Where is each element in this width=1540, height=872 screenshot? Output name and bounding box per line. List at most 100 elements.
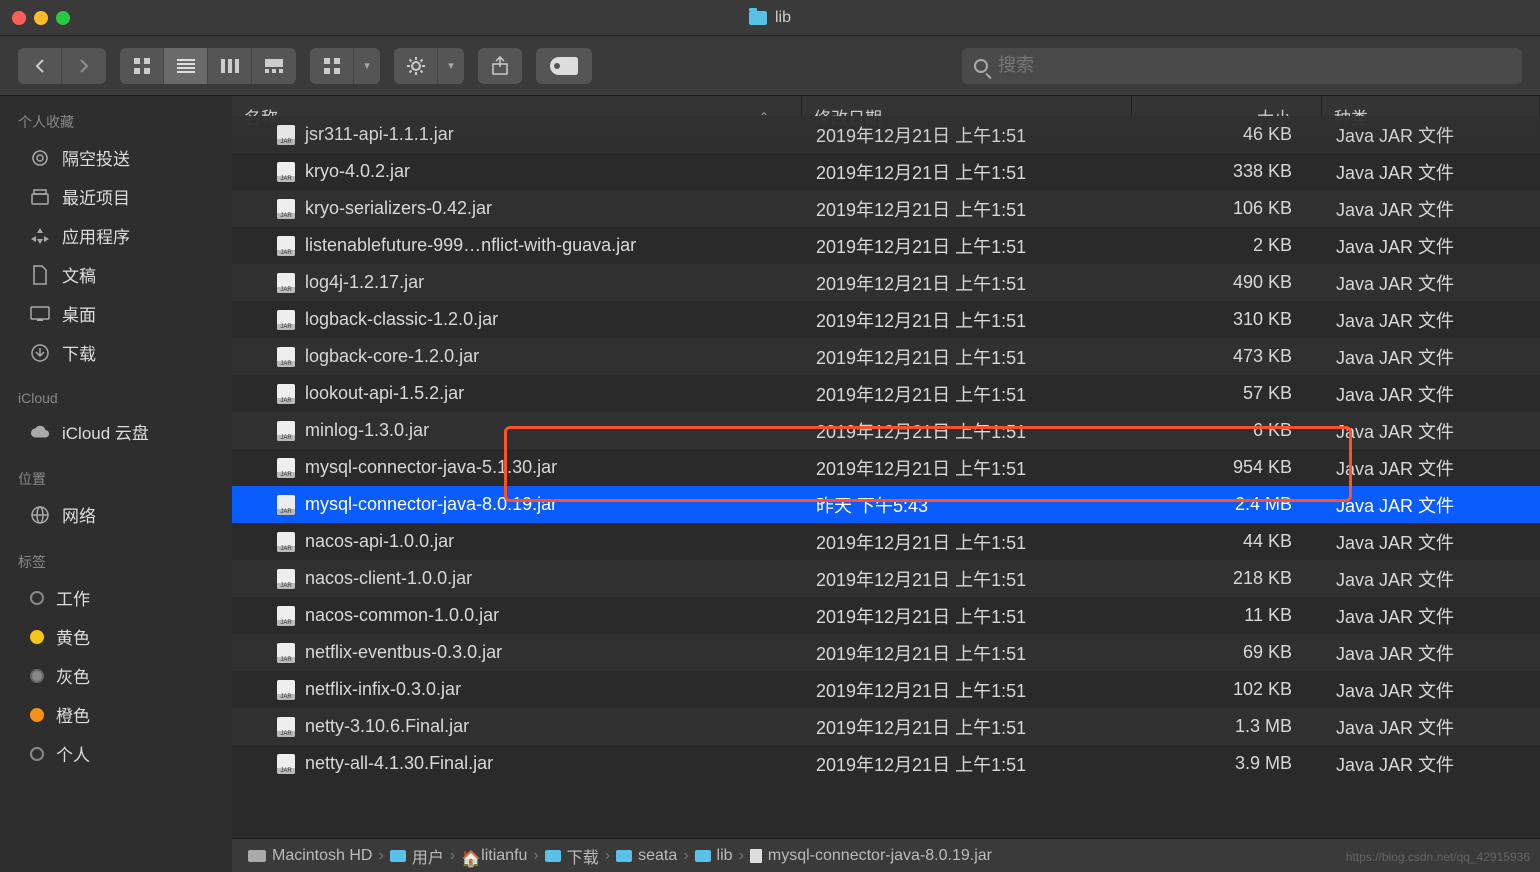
search-field[interactable]	[962, 48, 1522, 84]
file-date: 2019年12月21日 上午1:51	[802, 122, 1132, 148]
icloud-icon	[30, 422, 50, 442]
icon-view-button[interactable]	[120, 48, 164, 84]
chevron-down-icon[interactable]: ▾	[438, 48, 464, 84]
sidebar-item-icloud[interactable]: iCloud 云盘	[0, 412, 232, 451]
downloads-icon	[30, 343, 50, 363]
file-kind: Java JAR 文件	[1322, 233, 1540, 259]
file-name: kryo-serializers-0.42.jar	[305, 198, 492, 219]
list-view-button[interactable]	[164, 48, 208, 84]
file-kind: Java JAR 文件	[1322, 529, 1540, 555]
sidebar-tag-黄色[interactable]: 黄色	[0, 617, 232, 656]
documents-icon	[30, 265, 50, 285]
file-kind: Java JAR 文件	[1322, 640, 1540, 666]
file-size: 106 KB	[1132, 198, 1322, 219]
file-date: 2019年12月21日 上午1:51	[802, 455, 1132, 481]
file-size: 3.9 MB	[1132, 753, 1322, 774]
sidebar-item-recents[interactable]: 最近项目	[0, 177, 232, 216]
file-row[interactable]: logback-core-1.2.0.jar2019年12月21日 上午1:51…	[232, 338, 1540, 375]
path-segment[interactable]: mysql-connector-java-8.0.19.jar	[750, 847, 992, 865]
path-segment[interactable]: 🏠litianfu	[461, 847, 527, 865]
gear-icon[interactable]	[394, 48, 438, 84]
sidebar-item-label: 应用程序	[62, 223, 130, 248]
window-close-button[interactable]	[12, 11, 26, 25]
sidebar-head-locations: 位置	[0, 463, 232, 495]
back-button[interactable]	[18, 48, 62, 84]
sidebar-item-desktop[interactable]: 桌面	[0, 294, 232, 333]
sidebar-item-downloads[interactable]: 下载	[0, 333, 232, 372]
file-row[interactable]: log4j-1.2.17.jar2019年12月21日 上午1:51490 KB…	[232, 264, 1540, 301]
nav-buttons	[18, 48, 106, 84]
file-row[interactable]: netty-all-4.1.30.Final.jar2019年12月21日 上午…	[232, 745, 1540, 782]
file-row[interactable]: kryo-4.0.2.jar2019年12月21日 上午1:51338 KBJa…	[232, 153, 1540, 190]
folder-icon	[390, 850, 406, 862]
path-segment[interactable]: seata	[616, 847, 677, 865]
file-row[interactable]: jsr311-api-1.1.1.jar2019年12月21日 上午1:5146…	[232, 116, 1540, 153]
file-row[interactable]: netty-3.10.6.Final.jar2019年12月21日 上午1:51…	[232, 708, 1540, 745]
file-row[interactable]: logback-classic-1.2.0.jar2019年12月21日 上午1…	[232, 301, 1540, 338]
jar-file-icon	[277, 754, 295, 774]
path-label: seata	[638, 847, 677, 865]
jar-file-icon	[277, 421, 295, 441]
path-segment[interactable]: lib	[695, 847, 733, 865]
file-row[interactable]: nacos-api-1.0.0.jar2019年12月21日 上午1:5144 …	[232, 523, 1540, 560]
file-date: 2019年12月21日 上午1:51	[802, 529, 1132, 555]
view-mode-group	[120, 48, 296, 84]
sidebar-item-label: iCloud 云盘	[62, 419, 149, 444]
sidebar-tag-个人[interactable]: 个人	[0, 734, 232, 773]
jar-file-icon	[277, 606, 295, 626]
file-name: logback-classic-1.2.0.jar	[305, 309, 498, 330]
path-segment[interactable]: 下载	[545, 844, 599, 868]
path-segment[interactable]: Macintosh HD	[248, 847, 372, 865]
sidebar-tag-灰色[interactable]: 灰色	[0, 656, 232, 695]
window-maximize-button[interactable]	[56, 11, 70, 25]
path-segment[interactable]: 用户	[390, 844, 444, 868]
file-row[interactable]: netflix-eventbus-0.3.0.jar2019年12月21日 上午…	[232, 634, 1540, 671]
file-name: netty-all-4.1.30.Final.jar	[305, 753, 493, 774]
gallery-view-button[interactable]	[252, 48, 296, 84]
file-size: 310 KB	[1132, 309, 1322, 330]
file-row[interactable]: minlog-1.3.0.jar2019年12月21日 上午1:516 KBJa…	[232, 412, 1540, 449]
file-row[interactable]: mysql-connector-java-5.1.30.jar2019年12月2…	[232, 449, 1540, 486]
forward-button[interactable]	[62, 48, 106, 84]
watermark: https://blog.csdn.net/qq_42915936	[1346, 850, 1530, 864]
jar-file-icon	[277, 273, 295, 293]
file-row[interactable]: nacos-common-1.0.0.jar2019年12月21日 上午1:51…	[232, 597, 1540, 634]
file-row[interactable]: nacos-client-1.0.0.jar2019年12月21日 上午1:51…	[232, 560, 1540, 597]
chevron-down-icon[interactable]: ▾	[354, 48, 380, 84]
file-kind: Java JAR 文件	[1322, 159, 1540, 185]
file-row[interactable]: mysql-connector-java-8.0.19.jar昨天 下午5:43…	[232, 486, 1540, 523]
file-date: 2019年12月21日 上午1:51	[802, 603, 1132, 629]
file-name: netty-3.10.6.Final.jar	[305, 716, 469, 737]
file-row[interactable]: netflix-infix-0.3.0.jar2019年12月21日 上午1:5…	[232, 671, 1540, 708]
file-size: 57 KB	[1132, 383, 1322, 404]
sidebar-tag-工作[interactable]: 工作	[0, 578, 232, 617]
jar-file-icon	[277, 347, 295, 367]
arrange-group[interactable]: ▾	[310, 48, 380, 84]
jar-file-icon	[277, 125, 295, 145]
action-group[interactable]: ▾	[394, 48, 464, 84]
file-row[interactable]: kryo-serializers-0.42.jar2019年12月21日 上午1…	[232, 190, 1540, 227]
file-name: netflix-eventbus-0.3.0.jar	[305, 642, 502, 663]
file-size: 102 KB	[1132, 679, 1322, 700]
file-size: 1.3 MB	[1132, 716, 1322, 737]
window-minimize-button[interactable]	[34, 11, 48, 25]
chevron-right-icon: ›	[683, 847, 688, 865]
file-row[interactable]: listenablefuture-999…nflict-with-guava.j…	[232, 227, 1540, 264]
path-bar[interactable]: Macintosh HD›用户›🏠litianfu›下载›seata›lib›m…	[232, 838, 1540, 872]
sidebar-item-apps[interactable]: 应用程序	[0, 216, 232, 255]
sidebar-item-network[interactable]: 网络	[0, 495, 232, 534]
toolbar: ▾ ▾	[0, 36, 1540, 96]
file-row[interactable]: lookout-api-1.5.2.jar2019年12月21日 上午1:515…	[232, 375, 1540, 412]
sidebar-item-airdrop[interactable]: 隔空投送	[0, 138, 232, 177]
sidebar-item-label: 工作	[56, 585, 90, 610]
share-button[interactable]	[478, 48, 522, 84]
file-rows[interactable]: jsr311-api-1.1.1.jar2019年12月21日 上午1:5146…	[232, 116, 1540, 838]
sidebar-tag-橙色[interactable]: 橙色	[0, 695, 232, 734]
jar-file-icon	[277, 199, 295, 219]
search-input[interactable]	[998, 55, 1510, 76]
arrange-button[interactable]	[310, 48, 354, 84]
file-date: 2019年12月21日 上午1:51	[802, 677, 1132, 703]
sidebar-item-documents[interactable]: 文稿	[0, 255, 232, 294]
column-view-button[interactable]	[208, 48, 252, 84]
tags-button[interactable]	[536, 48, 592, 84]
